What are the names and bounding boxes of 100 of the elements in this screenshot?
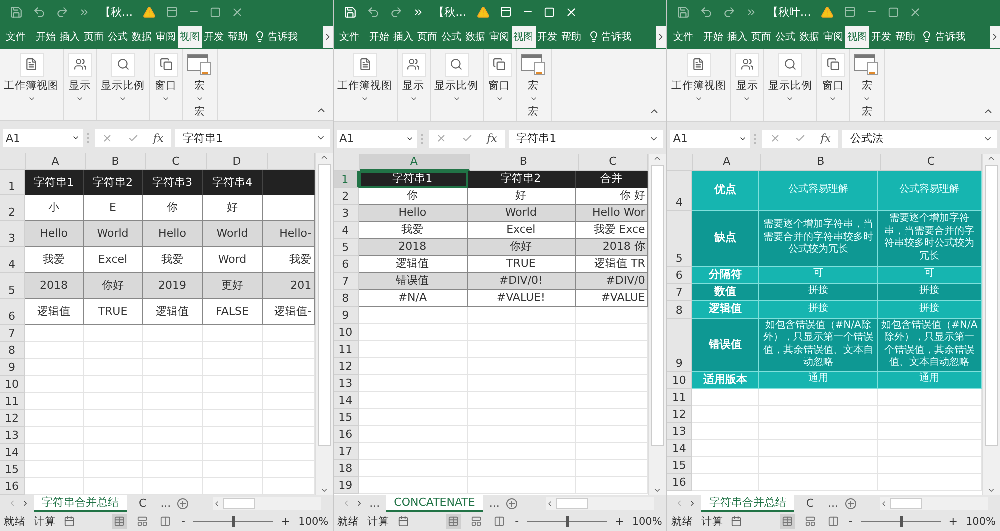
ribbon-tab[interactable]: 开始 — [368, 26, 392, 48]
more-icon[interactable] — [79, 6, 90, 18]
zoom-in-button[interactable]: + — [615, 515, 624, 528]
row-number[interactable]: 16 — [667, 474, 692, 491]
row-number[interactable]: 7 — [667, 284, 692, 301]
grid-view-icon[interactable] — [446, 514, 462, 530]
ribbon-tab[interactable]: 公式 — [106, 26, 130, 48]
redo-icon[interactable] — [390, 6, 403, 19]
ribbon-tab[interactable]: 开发 — [202, 26, 226, 48]
ribbon-button[interactable]: 窗口 — [488, 52, 512, 93]
row-number[interactable]: 7 — [0, 325, 25, 342]
ribbon-button[interactable]: 宏 — [854, 52, 880, 93]
row-number[interactable]: 14 — [667, 440, 692, 457]
grid-view-icon[interactable] — [780, 514, 795, 530]
close-icon[interactable] — [231, 6, 244, 19]
row-number[interactable]: 4 — [0, 247, 25, 274]
zoom-out-button[interactable]: - — [848, 515, 853, 528]
row-number[interactable]: 11 — [334, 340, 359, 358]
ribbon-tab[interactable]: 页面 — [416, 26, 440, 48]
more-sheets-button[interactable]: ... — [368, 495, 382, 512]
sheet-tab[interactable]: 字符串合并总结 — [701, 495, 794, 512]
row-number[interactable]: 11 — [0, 393, 25, 410]
more-sheets-button[interactable]: ... — [487, 495, 502, 512]
redo-icon[interactable] — [56, 6, 69, 19]
row-number[interactable]: 16 — [334, 426, 359, 443]
row-number[interactable]: 6 — [667, 266, 692, 284]
column-header[interactable] — [268, 153, 315, 170]
ribbon-tab[interactable]: 公式 — [773, 26, 798, 48]
row-number[interactable]: 18 — [334, 460, 359, 477]
row-number[interactable]: 15 — [334, 408, 359, 426]
row-number[interactable]: 14 — [334, 392, 359, 409]
row-number[interactable]: 4 — [334, 222, 359, 239]
horizontal-scrollbar[interactable] — [880, 497, 988, 510]
ribbon-tab[interactable]: 帮助 — [893, 26, 918, 48]
grid-view-icon[interactable] — [112, 514, 128, 530]
ribbon-button[interactable]: 宏 — [187, 52, 213, 93]
row-number[interactable]: 11 — [667, 388, 692, 406]
zoom-out-button[interactable]: - — [515, 515, 520, 528]
ribbon-button[interactable]: 显示 — [68, 52, 92, 93]
row-number[interactable]: 9 — [334, 306, 359, 324]
row-number[interactable]: 7 — [334, 272, 359, 290]
cancel-icon[interactable] — [770, 133, 781, 144]
more-icon[interactable] — [412, 6, 424, 18]
row-number[interactable]: 9 — [0, 359, 25, 376]
row-number[interactable]: 2 — [334, 188, 359, 205]
ribbon-tab[interactable]: 插入 — [392, 26, 416, 48]
ribbon-tab[interactable]: 插入 — [58, 26, 82, 48]
ribbon-tab[interactable]: 文件 — [4, 26, 28, 48]
row-number[interactable]: 6 — [334, 256, 359, 273]
undo-icon[interactable] — [33, 6, 46, 19]
column-header[interactable]: B — [470, 154, 579, 171]
row-number[interactable]: 5 — [334, 238, 359, 256]
ribbon-tab[interactable]: 视图 — [845, 26, 870, 48]
sheet-tab[interactable]: 字符串合并总结 — [34, 495, 127, 512]
ribbon-tab[interactable]: 帮助 — [560, 26, 584, 48]
row-number[interactable]: 8 — [334, 290, 359, 307]
zoom-out-button[interactable]: - — [181, 515, 186, 528]
column-header[interactable]: B — [761, 154, 882, 171]
ribbon-tab[interactable]: 帮助 — [226, 26, 250, 48]
column-header[interactable]: D — [207, 153, 268, 170]
cancel-icon[interactable] — [436, 133, 447, 144]
row-number[interactable]: 1 — [0, 170, 25, 196]
ribbon-display-icon[interactable] — [166, 6, 178, 18]
tell-me-button[interactable]: 告诉我 — [252, 30, 300, 44]
row-number[interactable]: 16 — [0, 478, 25, 496]
insert-function-button[interactable]: fx — [153, 132, 164, 145]
more-sheets-button[interactable]: ... — [158, 495, 174, 512]
check-icon[interactable] — [128, 132, 139, 144]
row-number[interactable]: 10 — [0, 376, 25, 394]
redo-icon[interactable] — [723, 6, 736, 19]
tell-me-button[interactable]: 告诉我 — [919, 30, 968, 44]
ribbon-tab[interactable]: 审阅 — [154, 26, 178, 48]
ribbon-button[interactable]: 显示 — [402, 52, 426, 93]
sheet-tab[interactable]: C — [131, 495, 155, 512]
row-number[interactable]: 10 — [334, 324, 359, 341]
row-number[interactable]: 15 — [0, 461, 25, 478]
row-number[interactable]: 12 — [667, 406, 692, 423]
column-header[interactable]: C — [578, 154, 648, 171]
ribbon-button[interactable]: 工作簿视图 — [338, 52, 393, 93]
formula-field[interactable]: 字符串1 — [175, 129, 330, 148]
ribbon-tab[interactable]: 审阅 — [821, 26, 846, 48]
row-number[interactable]: 12 — [0, 410, 25, 428]
ribbon-tab[interactable]: 开始 — [701, 26, 726, 48]
row-number[interactable]: 3 — [0, 221, 25, 248]
save-icon[interactable] — [10, 6, 23, 19]
row-number[interactable]: 13 — [334, 374, 359, 392]
maximize-icon[interactable] — [544, 6, 555, 18]
next-sheet-icon[interactable] — [21, 499, 30, 508]
vertical-scrollbar[interactable] — [982, 154, 1000, 496]
sheet-tab[interactable]: CONCATENATE — [386, 495, 484, 512]
ribbon-button[interactable]: 工作簿视图 — [4, 52, 59, 93]
add-sheet-icon[interactable] — [506, 498, 518, 510]
vertical-scrollbar[interactable] — [648, 154, 666, 496]
column-header[interactable]: A — [360, 154, 470, 171]
column-header[interactable]: A — [693, 154, 762, 171]
row-number[interactable]: 12 — [334, 358, 359, 375]
add-sheet-icon[interactable] — [844, 498, 857, 510]
ribbon-button[interactable]: 窗口 — [821, 52, 846, 93]
ribbon-tab[interactable]: 页面 — [749, 26, 774, 48]
ribbon-tab[interactable]: 数据 — [464, 26, 488, 48]
